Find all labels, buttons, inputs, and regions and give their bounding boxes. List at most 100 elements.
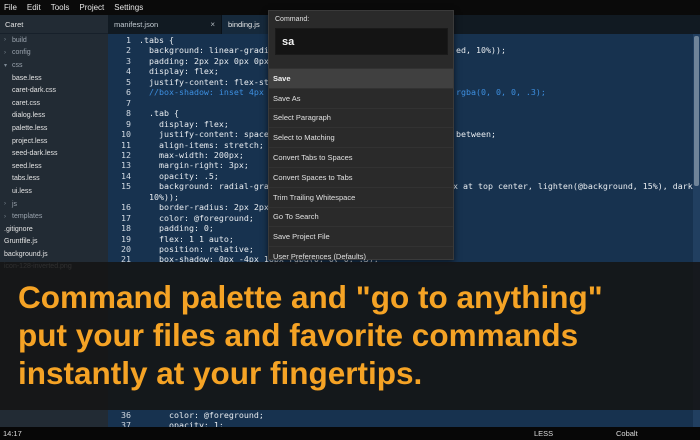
file-item[interactable]: Gruntfile.js — [0, 236, 108, 249]
code-line[interactable]: //box-shadow: inset 4px — [139, 87, 264, 97]
line-number: 20 — [121, 244, 131, 254]
line-number: 2 — [126, 45, 131, 56]
code-line[interactable]: max-width: 200px; — [139, 150, 244, 160]
menu-item-edit[interactable]: Edit — [27, 3, 41, 12]
tree-item-label: js — [12, 200, 18, 208]
language-mode[interactable]: LESS — [534, 429, 553, 438]
command-item[interactable]: Convert Tabs to Spaces — [269, 147, 453, 167]
file-item[interactable]: .gitignore — [0, 223, 108, 236]
code-line[interactable]: color: @foreground; — [139, 410, 264, 420]
line-number: 11 — [121, 139, 131, 150]
line-number: 16 — [121, 202, 131, 213]
tree-item-label: caret.css — [12, 99, 41, 107]
tree-item-label: ui.less — [12, 187, 32, 195]
file-item[interactable]: ui.less — [0, 185, 108, 198]
code-line-fragment: rgba(0, 0, 0, .3); — [456, 87, 546, 98]
menu-item-tools[interactable]: Tools — [51, 3, 70, 12]
tree-item-label: config — [12, 49, 31, 57]
scrollbar-thumb[interactable] — [694, 36, 699, 186]
file-item[interactable]: base.less — [0, 72, 108, 85]
command-item[interactable]: Save As — [269, 87, 453, 108]
tab-manifest-json[interactable]: manifest.json × — [108, 15, 222, 34]
folder-item[interactable]: ▾ css — [0, 59, 108, 72]
folder-item[interactable]: › templates — [0, 210, 108, 223]
tree-item-label: caret-dark.css — [12, 87, 56, 95]
line-number: 14 — [121, 170, 131, 181]
menu-item-file[interactable]: File — [4, 3, 17, 12]
file-item[interactable]: seed.less — [0, 160, 108, 173]
status-bar: 14:17 LESS Cobalt — [0, 427, 700, 440]
code-line[interactable]: padding: 0; — [139, 223, 214, 233]
command-item[interactable]: Select Paragraph — [269, 107, 453, 128]
tree-item-label: css — [12, 61, 23, 69]
tab-label: manifest.json — [114, 20, 159, 29]
code-line[interactable]: background: linear-gradi — [139, 45, 269, 55]
file-item[interactable]: seed-dark.less — [0, 147, 108, 160]
code-line[interactable]: color: @foreground; — [139, 213, 254, 223]
code-line[interactable]: justify-content: flex-start; — [139, 77, 289, 87]
file-item[interactable]: palette.less — [0, 122, 108, 135]
command-label: Command: — [275, 16, 310, 23]
line-number: 10 — [121, 129, 131, 140]
code-line[interactable]: border-radius: 2px 2px — [139, 202, 269, 212]
line-number: 19 — [121, 233, 131, 244]
code-line[interactable]: 10%)); — [139, 192, 179, 202]
file-item[interactable]: caret.css — [0, 97, 108, 110]
menu-item-project[interactable]: Project — [79, 3, 104, 12]
command-item[interactable]: Trim Trailing Whitespace — [269, 186, 453, 207]
line-number: 12 — [121, 149, 131, 160]
chevron-right-icon: › — [4, 201, 6, 208]
command-input[interactable] — [275, 28, 448, 55]
command-item[interactable]: Go To Search — [269, 206, 453, 227]
file-item[interactable]: caret-dark.css — [0, 84, 108, 97]
chevron-right-icon: › — [4, 49, 6, 56]
tree-item-label: project.less — [12, 137, 48, 145]
tree-item-label: .gitignore — [4, 225, 33, 233]
menu-item-settings[interactable]: Settings — [114, 3, 143, 12]
promo-text: Command palette and "go to anything" put… — [18, 278, 698, 392]
file-item[interactable]: background.js — [0, 248, 108, 261]
code-line[interactable]: justify-content: space — [139, 129, 269, 139]
line-number: 15 — [121, 181, 131, 192]
command-palette: Command: SaveSave AsSelect ParagraphSele… — [268, 10, 454, 261]
line-number: 5 — [126, 76, 131, 87]
folder-item[interactable]: › config — [0, 47, 108, 60]
line-number: 18 — [121, 223, 131, 234]
code-line-fragment: ed, 10%)); — [456, 45, 506, 56]
code-line[interactable]: background: radial-gra — [139, 181, 269, 191]
file-item[interactable]: dialog.less — [0, 110, 108, 123]
command-item[interactable]: Convert Spaces to Tabs — [269, 166, 453, 187]
tree-item-label: build — [12, 36, 27, 44]
file-item[interactable]: project.less — [0, 135, 108, 148]
promo-line: put your files and favorite commands — [18, 317, 579, 353]
line-number: 1 — [126, 35, 131, 45]
line-number: 3 — [126, 55, 131, 66]
tree-item-label: Gruntfile.js — [4, 238, 38, 246]
code-line[interactable]: margin-right: 3px; — [139, 160, 249, 170]
code-line[interactable]: flex: 1 1 auto; — [139, 234, 234, 244]
tab-label: binding.js — [228, 20, 260, 29]
file-item[interactable]: tabs.less — [0, 173, 108, 186]
code-line-fragment: 25px at top center, lighten(@background,… — [438, 181, 700, 192]
promo-line: instantly at your fingertips. — [18, 355, 423, 391]
code-line[interactable]: display: flex; — [139, 119, 229, 129]
code-line[interactable]: align-items: stretch; — [139, 140, 264, 150]
tree-item-label: seed.less — [12, 162, 42, 170]
chevron-right-icon: › — [4, 37, 6, 44]
folder-item[interactable]: › build — [0, 34, 108, 47]
folder-item[interactable]: › js — [0, 198, 108, 211]
tree-item-label: palette.less — [12, 124, 48, 132]
line-number: 13 — [121, 160, 131, 171]
theme-name[interactable]: Cobalt — [616, 429, 638, 438]
code-line[interactable]: opacity: .5; — [139, 171, 219, 181]
command-item[interactable]: Select to Matching — [269, 127, 453, 147]
code-line[interactable]: .tabs { — [139, 35, 174, 45]
command-item[interactable]: Save — [269, 68, 453, 88]
code-line[interactable]: padding: 2px 2px 0px 0px — [139, 56, 269, 66]
tree-item-label: dialog.less — [12, 112, 46, 120]
command-item[interactable]: Save Project File — [269, 226, 453, 246]
code-line[interactable]: position: relative; — [139, 244, 254, 254]
close-icon[interactable]: × — [210, 20, 215, 29]
code-line[interactable]: .tab { — [139, 108, 179, 118]
code-line[interactable]: display: flex; — [139, 66, 219, 76]
